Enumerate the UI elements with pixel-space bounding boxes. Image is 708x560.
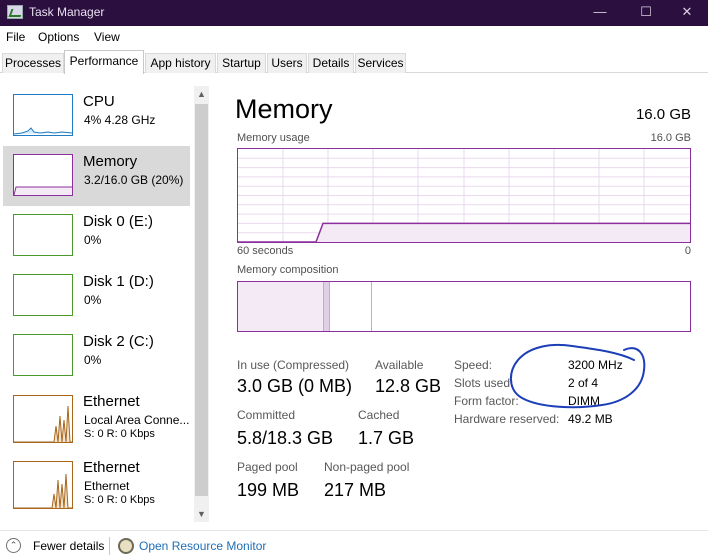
disk-0-label: Disk 0 (E:) xyxy=(83,213,154,230)
open-resource-monitor-link[interactable]: Open Resource Monitor xyxy=(139,539,266,553)
disk-2-value: 0% xyxy=(84,353,102,367)
ethernet-1-throughput: S: 0 R: 0 Kbps xyxy=(84,428,155,440)
tab-services[interactable]: Services xyxy=(355,53,406,73)
sidebar-scrollbar[interactable]: ▲ ▼ xyxy=(194,86,209,522)
ethernet-2-label: Ethernet xyxy=(83,459,140,476)
memory-label: Memory xyxy=(83,153,138,170)
paged-pool-value: 199 MB xyxy=(237,480,300,500)
cpu-label: CPU xyxy=(83,93,115,110)
scroll-thumb[interactable] xyxy=(195,104,208,496)
ethernet-2-adapter: Ethernet xyxy=(84,479,130,493)
disk-1-value: 0% xyxy=(84,293,102,307)
fewer-details-button[interactable]: Fewer details xyxy=(33,539,104,553)
tab-app-history[interactable]: App history xyxy=(145,53,216,73)
close-button[interactable]: ✕ xyxy=(664,0,708,26)
scroll-down-icon[interactable]: ▼ xyxy=(194,506,209,522)
hardware-reserved-label: Hardware reserved: xyxy=(454,412,560,426)
memory-value: 3.2/16.0 GB (20%) xyxy=(84,173,184,187)
memory-total: 16.0 GB xyxy=(635,106,691,123)
sidebar-item-disk-1[interactable]: Disk 1 (D:) 0% xyxy=(3,266,190,326)
memory-thumbnail-graph xyxy=(13,154,73,196)
disk-0-value: 0% xyxy=(84,233,102,247)
time-span-label: 60 seconds xyxy=(237,245,294,257)
scroll-up-icon[interactable]: ▲ xyxy=(194,86,209,102)
chevron-up-icon[interactable]: ⌃ xyxy=(6,538,21,553)
cpu-thumbnail-graph xyxy=(13,94,73,136)
page-title: Memory xyxy=(235,94,333,124)
menu-options[interactable]: Options xyxy=(38,30,79,44)
tab-performance[interactable]: Performance xyxy=(64,50,144,74)
sidebar-item-ethernet-1[interactable]: Ethernet Local Area Conne... S: 0 R: 0 K… xyxy=(3,386,190,452)
available-value: 12.8 GB xyxy=(375,376,442,396)
disk-0-thumbnail-graph xyxy=(13,214,73,256)
window-title: Task Manager xyxy=(29,5,105,19)
slots-used-label: Slots used: xyxy=(454,376,514,390)
menu-file[interactable]: File xyxy=(6,30,25,44)
disk-2-thumbnail-graph xyxy=(13,334,73,376)
disk-2-label: Disk 2 (C:) xyxy=(83,333,154,350)
time-end-label: 0 xyxy=(684,245,691,257)
ethernet-1-thumbnail-graph xyxy=(13,395,73,443)
memory-usage-graph xyxy=(237,148,691,243)
task-manager-icon xyxy=(7,5,23,19)
committed-label: Committed xyxy=(237,408,296,422)
minimize-button[interactable]: — xyxy=(577,0,623,26)
disk-1-thumbnail-graph xyxy=(13,274,73,316)
nonpaged-pool-label: Non-paged pool xyxy=(324,460,410,474)
committed-value: 5.8/18.3 GB xyxy=(237,428,334,448)
cached-value: 1.7 GB xyxy=(358,428,415,448)
sidebar-item-disk-2[interactable]: Disk 2 (C:) 0% xyxy=(3,326,190,386)
memory-usage-label: Memory usage xyxy=(237,132,310,144)
title-bar: Task Manager — ☐ ✕ xyxy=(0,0,708,26)
memory-details-panel: Memory 16.0 GB Memory usage 16.0 GB 60 s… xyxy=(230,86,700,516)
footer-divider xyxy=(109,537,110,555)
resource-monitor-icon[interactable] xyxy=(118,538,134,554)
standby-segment xyxy=(330,282,372,331)
ethernet-2-throughput: S: 0 R: 0 Kbps xyxy=(84,494,155,506)
sidebar-item-cpu[interactable]: CPU 4% 4.28 GHz xyxy=(3,86,190,146)
footer-bar: ⌃ Fewer details Open Resource Monitor xyxy=(0,530,708,560)
tab-processes[interactable]: Processes xyxy=(2,53,64,73)
in-use-label: In use (Compressed) xyxy=(237,358,350,372)
ethernet-1-adapter: Local Area Conne... xyxy=(84,413,190,427)
maximize-button[interactable]: ☐ xyxy=(623,0,669,26)
ethernet-2-thumbnail-graph xyxy=(13,461,73,509)
annotation-circle xyxy=(510,343,646,409)
nonpaged-pool-value: 217 MB xyxy=(324,480,387,500)
sidebar-item-memory[interactable]: Memory 3.2/16.0 GB (20%) xyxy=(3,146,190,206)
in-use-segment xyxy=(238,282,324,331)
sidebar-item-disk-0[interactable]: Disk 0 (E:) 0% xyxy=(3,206,190,266)
tab-details[interactable]: Details xyxy=(308,53,354,73)
ethernet-1-label: Ethernet xyxy=(83,393,140,410)
memory-usage-max: 16.0 GB xyxy=(650,132,691,144)
tab-strip: Processes Performance App history Startu… xyxy=(0,50,708,74)
disk-1-label: Disk 1 (D:) xyxy=(83,273,154,290)
in-use-value: 3.0 GB (0 MB) xyxy=(237,376,353,396)
cpu-value: 4% 4.28 GHz xyxy=(84,113,156,127)
tab-startup[interactable]: Startup xyxy=(217,53,266,73)
speed-label: Speed: xyxy=(454,358,493,372)
resource-list: CPU 4% 4.28 GHz Memory 3.2/16.0 GB (20%)… xyxy=(0,86,212,522)
available-label: Available xyxy=(375,358,424,372)
tab-users[interactable]: Users xyxy=(267,53,307,73)
cached-label: Cached xyxy=(358,408,400,422)
menu-view[interactable]: View xyxy=(94,30,120,44)
memory-composition-label: Memory composition xyxy=(237,264,339,276)
sidebar-item-ethernet-2[interactable]: Ethernet Ethernet S: 0 R: 0 Kbps xyxy=(3,452,190,518)
paged-pool-label: Paged pool xyxy=(237,460,298,474)
hardware-reserved-value: 49.2 MB xyxy=(568,412,613,426)
memory-composition-bar xyxy=(237,281,691,332)
